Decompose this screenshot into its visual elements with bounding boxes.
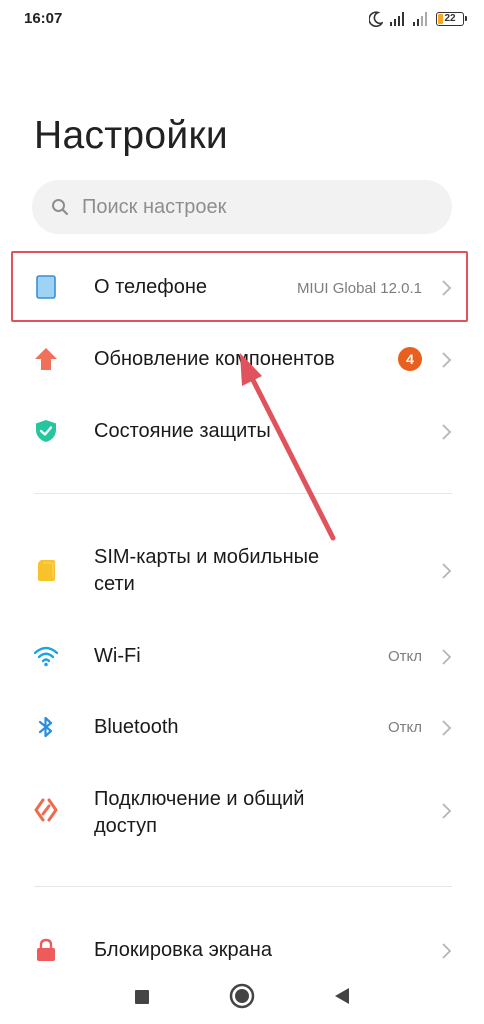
navigation-bar [0,975,484,1024]
recents-square-icon[interactable] [134,989,150,1005]
home-circle-icon[interactable] [229,983,255,1009]
annotation-arrow [240,353,336,541]
back-triangle-icon[interactable] [334,987,350,1005]
